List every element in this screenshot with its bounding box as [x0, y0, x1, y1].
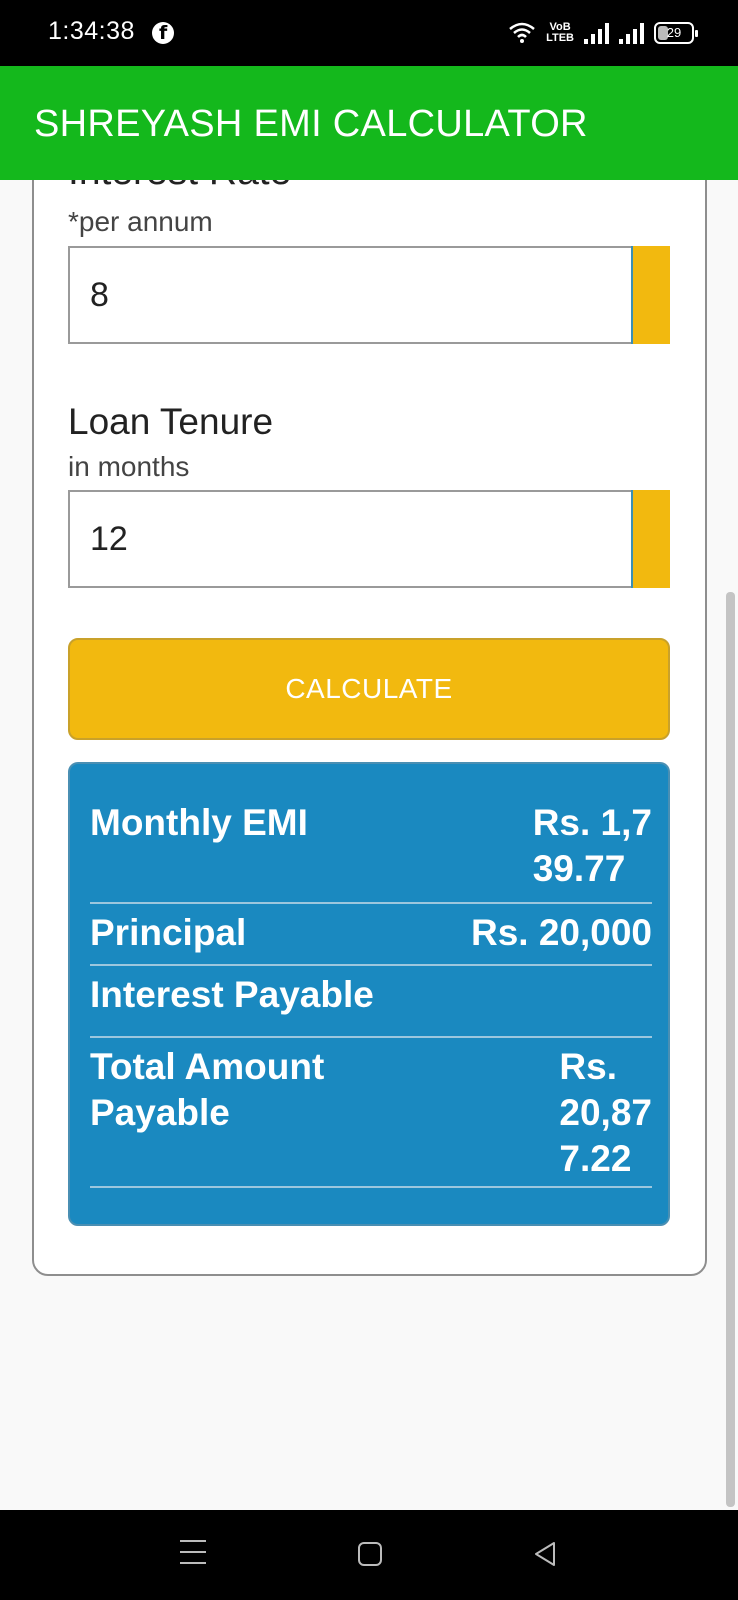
- interest-payable-row: Interest Payable: [90, 966, 652, 1038]
- status-bar: 1:34:38 VoB LTEB 29: [0, 0, 738, 66]
- total-amount-label-line1: Total Amount: [90, 1046, 325, 1087]
- navigation-bar: [0, 1510, 738, 1600]
- battery-level: 29: [666, 25, 682, 40]
- monthly-emi-value: Rs. 1,7 39.77: [533, 800, 652, 892]
- loan-tenure-slider-handle[interactable]: [631, 490, 670, 588]
- facebook-icon: [152, 22, 174, 44]
- signal-icon-2: [619, 22, 644, 44]
- principal-label: Principal: [90, 912, 247, 953]
- battery-icon: 29: [654, 22, 698, 44]
- interest-rate-input[interactable]: 8: [68, 246, 670, 344]
- interest-rate-value: 8: [90, 276, 109, 314]
- interest-rate-slider-handle[interactable]: [631, 246, 670, 344]
- monthly-emi-label: Monthly EMI: [90, 802, 308, 843]
- wifi-icon: [508, 21, 536, 45]
- volte-icon: VoB LTEB: [546, 22, 574, 44]
- monthly-emi-row: Monthly EMI Rs. 1,7 39.77: [90, 800, 652, 904]
- home-icon[interactable]: [358, 1542, 382, 1566]
- loan-tenure-value: 12: [90, 520, 128, 558]
- total-amount-label: Total Amount Payable: [90, 1044, 324, 1136]
- total-amount-value-line2: 20,87: [559, 1092, 652, 1133]
- app-bar: SHREYASH EMI CALCULATOR: [0, 66, 738, 180]
- interest-rate-sublabel: *per annum: [68, 206, 213, 237]
- total-amount-value-line1: Rs.: [559, 1046, 617, 1087]
- back-icon[interactable]: [532, 1540, 558, 1568]
- total-amount-row: Total Amount Payable Rs. 20,87 7.22: [90, 1038, 652, 1188]
- loan-tenure-sublabel: in months: [68, 451, 190, 482]
- loan-tenure-label: Loan Tenure: [68, 401, 274, 442]
- status-icons: VoB LTEB 29: [508, 18, 698, 48]
- loan-tenure-input[interactable]: 12: [68, 490, 670, 588]
- total-amount-value-line3: 7.22: [559, 1138, 632, 1179]
- volte-bottom-text: LTEB: [546, 32, 574, 44]
- scrollbar[interactable]: [726, 592, 735, 1507]
- status-time: 1:34:38: [48, 17, 135, 45]
- monthly-emi-value-line1: Rs. 1,7: [532, 802, 652, 843]
- total-amount-label-line2: Payable: [90, 1092, 230, 1133]
- interest-payable-label: Interest Payable: [90, 974, 374, 1015]
- monthly-emi-value-line2: 39.77: [532, 848, 626, 889]
- results-panel: Monthly EMI Rs. 1,7 39.77 Principal Rs. …: [68, 762, 670, 1226]
- app-title: SHREYASH EMI CALCULATOR: [34, 103, 588, 145]
- calculate-button[interactable]: CALCULATE: [68, 638, 670, 740]
- total-amount-value: Rs. 20,87 7.22: [559, 1044, 652, 1182]
- signal-icon: [584, 22, 609, 44]
- principal-value: Rs. 20,000: [470, 912, 652, 953]
- principal-row: Principal Rs. 20,000: [90, 904, 652, 966]
- recent-apps-icon[interactable]: [180, 1540, 206, 1566]
